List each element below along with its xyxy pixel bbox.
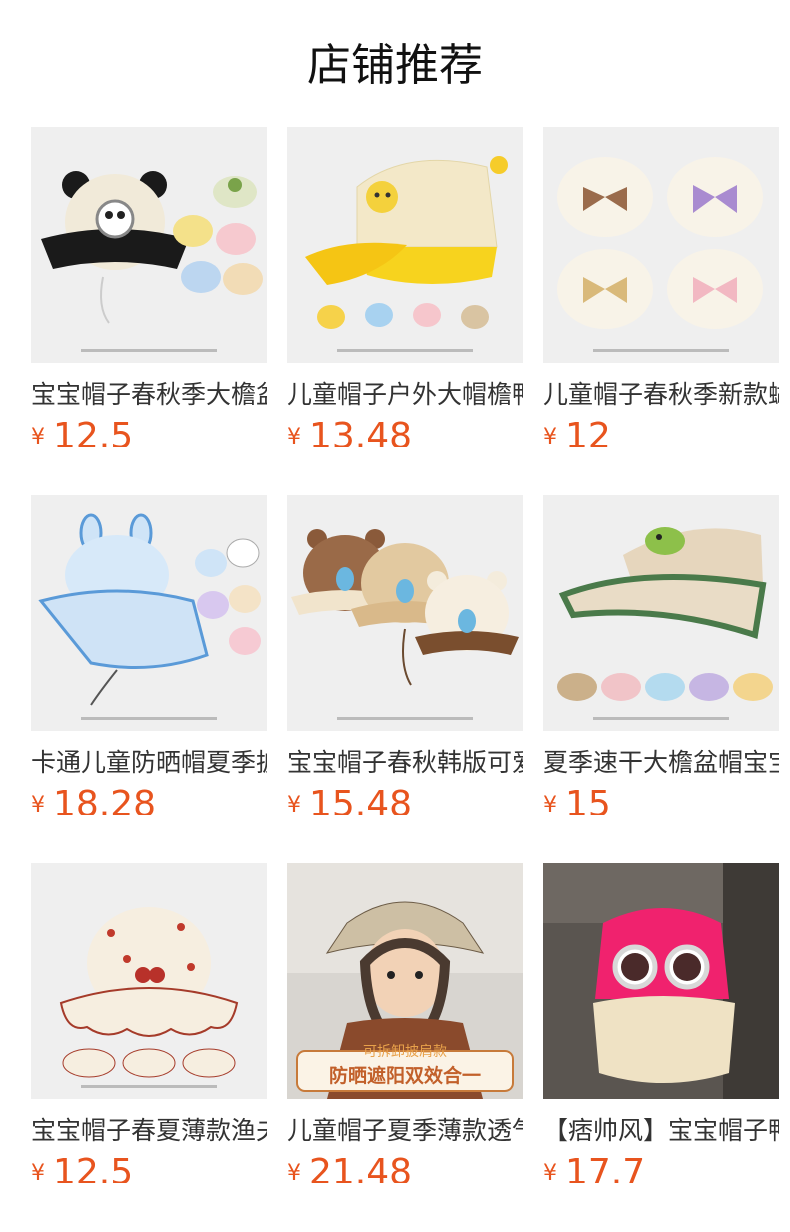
product-title[interactable]: 【痞帅风】宝宝帽子鸭舌帽 bbox=[543, 1115, 779, 1147]
product-card[interactable]: 【痞帅风】宝宝帽子鸭舌帽 ¥17.7 bbox=[543, 863, 779, 1183]
currency-symbol: ¥ bbox=[543, 1161, 557, 1183]
product-card[interactable]: 宝宝帽子春夏薄款渔夫帽 ¥12.5 bbox=[31, 863, 267, 1183]
giraffe-mesh-cap-icon bbox=[287, 127, 523, 363]
currency-symbol: ¥ bbox=[543, 793, 557, 815]
product-title[interactable]: 宝宝帽子春夏薄款渔夫帽 bbox=[31, 1115, 267, 1147]
product-title[interactable]: 夏季速干大檐盆帽宝宝空顶 bbox=[543, 747, 779, 779]
product-price: ¥12.5 bbox=[31, 416, 134, 448]
bow-bucket-hat-icon bbox=[543, 127, 779, 363]
currency-symbol: ¥ bbox=[543, 425, 557, 447]
product-image[interactable] bbox=[287, 495, 523, 731]
product-image[interactable] bbox=[31, 863, 267, 1099]
sunglasses-cap-photo-icon bbox=[543, 863, 779, 1099]
panda-bucket-hat-icon bbox=[31, 127, 267, 363]
product-title[interactable]: 儿童帽子户外大帽檐鸭舌帽 bbox=[287, 379, 523, 411]
currency-symbol: ¥ bbox=[287, 425, 301, 447]
product-price: ¥15.48 bbox=[287, 784, 413, 816]
price-amount: 18.28 bbox=[53, 784, 157, 816]
product-image[interactable] bbox=[31, 127, 267, 363]
bear-bucket-hat-icon bbox=[287, 495, 523, 731]
currency-symbol: ¥ bbox=[31, 425, 45, 447]
product-image[interactable] bbox=[543, 127, 779, 363]
dino-visor-hat-icon bbox=[543, 495, 779, 731]
price-amount: 12.5 bbox=[53, 416, 134, 448]
product-price: ¥17.7 bbox=[543, 1152, 646, 1184]
product-price: ¥18.28 bbox=[31, 784, 157, 816]
price-amount: 12 bbox=[565, 416, 611, 448]
image-caption-main: 防晒遮阳双效合一 bbox=[328, 1065, 481, 1087]
page-title: 店铺推荐 bbox=[307, 40, 483, 91]
product-image[interactable] bbox=[287, 127, 523, 363]
product-card[interactable]: 可拆卸披肩款 防晒遮阳双效合一 儿童帽子夏季薄款透气遮阳帽 ¥21.48 bbox=[287, 863, 523, 1183]
price-amount: 12.5 bbox=[53, 1152, 134, 1184]
product-card[interactable]: 夏季速干大檐盆帽宝宝空顶 ¥15 bbox=[543, 495, 779, 815]
product-card[interactable]: 宝宝帽子春秋季大檐盆帽 ¥12.5 bbox=[31, 127, 267, 447]
image-caption-top: 可拆卸披肩款 bbox=[363, 1044, 447, 1060]
bunny-sun-hat-icon bbox=[31, 495, 267, 731]
product-title[interactable]: 儿童帽子夏季薄款透气遮阳帽 bbox=[287, 1115, 523, 1147]
cherry-fisherman-hat-icon bbox=[31, 863, 267, 1099]
product-price: ¥21.48 bbox=[287, 1152, 413, 1184]
price-amount: 21.48 bbox=[309, 1152, 413, 1184]
product-price: ¥12.5 bbox=[31, 1152, 134, 1184]
product-price: ¥13.48 bbox=[287, 416, 413, 448]
product-card[interactable]: 儿童帽子春秋季新款蝴蝶结 ¥12 bbox=[543, 127, 779, 447]
product-image[interactable] bbox=[543, 863, 779, 1099]
price-amount: 15 bbox=[565, 784, 611, 816]
product-image[interactable]: 可拆卸披肩款 防晒遮阳双效合一 bbox=[287, 863, 523, 1099]
currency-symbol: ¥ bbox=[287, 793, 301, 815]
product-image[interactable] bbox=[543, 495, 779, 731]
product-title[interactable]: 卡通儿童防晒帽夏季披肩帽 bbox=[31, 747, 267, 779]
price-amount: 17.7 bbox=[565, 1152, 646, 1184]
price-amount: 13.48 bbox=[309, 416, 413, 448]
product-title[interactable]: 宝宝帽子春秋韩版可爱熊 bbox=[287, 747, 523, 779]
product-title[interactable]: 儿童帽子春秋季新款蝴蝶结 bbox=[543, 379, 779, 411]
price-amount: 15.48 bbox=[309, 784, 413, 816]
product-card[interactable]: 宝宝帽子春秋韩版可爱熊 ¥15.48 bbox=[287, 495, 523, 815]
product-image[interactable] bbox=[31, 495, 267, 731]
product-title[interactable]: 宝宝帽子春秋季大檐盆帽 bbox=[31, 379, 267, 411]
product-price: ¥12 bbox=[543, 416, 611, 448]
currency-symbol: ¥ bbox=[31, 1161, 45, 1183]
currency-symbol: ¥ bbox=[31, 793, 45, 815]
currency-symbol: ¥ bbox=[287, 1161, 301, 1183]
product-price: ¥15 bbox=[543, 784, 611, 816]
product-card[interactable]: 儿童帽子户外大帽檐鸭舌帽 ¥13.48 bbox=[287, 127, 523, 447]
product-card[interactable]: 卡通儿童防晒帽夏季披肩帽 ¥18.28 bbox=[31, 495, 267, 815]
